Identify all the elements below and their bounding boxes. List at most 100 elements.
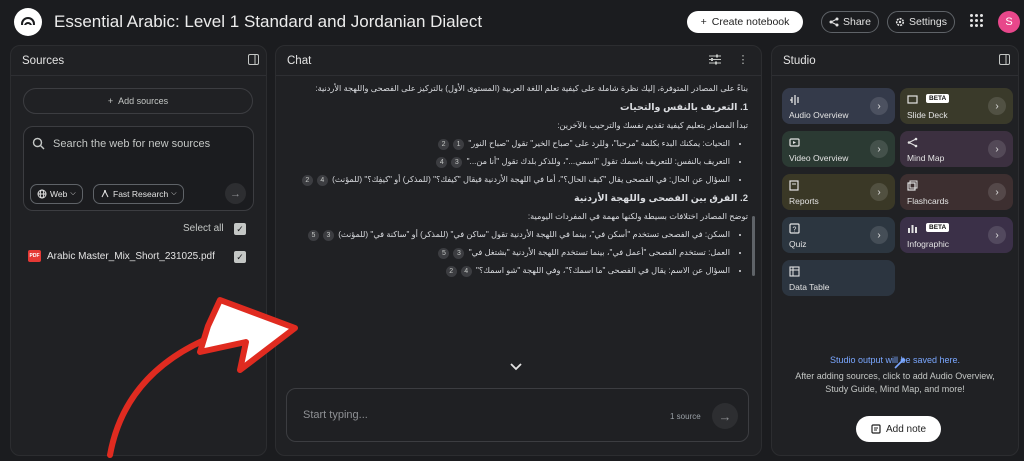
flashcards-icon (907, 180, 918, 191)
web-search-box[interactable]: Search the web for new sources Web ⌵ Fas… (23, 126, 254, 211)
add-sources-button[interactable]: + Add sources (23, 88, 253, 114)
top-bar: Essential Arabic: Level 1 Standard and J… (0, 0, 1024, 44)
chevron-right-icon[interactable]: › (870, 183, 888, 201)
collapse-panel-icon[interactable] (247, 54, 259, 66)
chevron-down-icon: ⌵ (70, 190, 76, 197)
chevron-right-icon[interactable]: › (870, 97, 888, 115)
section-lead: توضح المصادر اختلافات بسيطة ولكنها مهمة … (527, 212, 748, 221)
citation-chip[interactable]: 3 (322, 230, 334, 241)
create-notebook-label: Create notebook (711, 16, 790, 28)
studio-tile-video-overview[interactable]: Video Overview › (782, 131, 895, 167)
bullet-text: العمل: تستخدم الفصحى "أعمل في"، بينما تس… (468, 248, 730, 257)
citation-chip[interactable]: 4 (436, 157, 448, 168)
chevron-right-icon[interactable]: › (870, 140, 888, 158)
studio-tile-data-table[interactable]: Data Table (782, 260, 895, 296)
studio-tile-label: Audio Overview (789, 110, 849, 120)
search-input[interactable]: Search the web for new sources (53, 138, 210, 150)
bullet-text: السكن: في الفصحى تستخدم "أسكن في"، بينما… (338, 230, 730, 239)
arrow-right-icon: → (230, 187, 241, 200)
send-button[interactable]: → (712, 403, 738, 429)
citation-chip[interactable]: 3 (453, 248, 465, 259)
infographic-icon (908, 225, 917, 233)
studio-tile-label: Data Table (789, 282, 830, 292)
citation-chip[interactable]: 2 (438, 139, 450, 150)
create-notebook-button[interactable]: + Create notebook (687, 11, 803, 33)
chevron-right-icon[interactable]: › (988, 97, 1006, 115)
collapse-panel-icon[interactable] (998, 54, 1010, 66)
notebooklm-logo-icon[interactable] (14, 8, 42, 36)
chevron-right-icon[interactable]: › (988, 140, 1006, 158)
tune-icon[interactable] (709, 54, 721, 66)
list-item: التحيات: يمكنك البدء بكلمة "مرحبا"، وللر… (288, 137, 730, 150)
notebook-title[interactable]: Essential Arabic: Level 1 Standard and J… (54, 12, 482, 32)
studio-empty-state: Studio output will be saved here. After … (772, 354, 1018, 396)
research-icon (101, 189, 109, 198)
studio-tile-slide-deck[interactable]: BETA Slide Deck › (900, 88, 1013, 124)
submit-search-button[interactable]: → (225, 183, 246, 204)
share-icon (829, 17, 839, 27)
beta-badge: BETA (926, 94, 950, 103)
citation-chip[interactable]: 2 (301, 175, 313, 186)
web-chip-label: Web (50, 189, 68, 199)
studio-tile-infographic[interactable]: BETA Infographic › (900, 217, 1013, 253)
chevron-right-icon[interactable]: › (988, 226, 1006, 244)
share-button[interactable]: Share (821, 11, 879, 33)
chat-scrollbar[interactable] (752, 216, 755, 276)
studio-tile-label: Mind Map (907, 153, 945, 163)
note-icon (871, 424, 881, 434)
chat-panel: Chat ⋮ بناءً على المصادر المتوفرة، إليك … (275, 45, 762, 456)
add-note-button[interactable]: Add note (856, 416, 941, 442)
settings-button[interactable]: Settings (887, 11, 955, 33)
section-heading: 2. الفرق بين الفصحى واللهجة الأردنية (573, 193, 748, 204)
studio-tile-quiz[interactable]: ? Quiz › (782, 217, 895, 253)
citation-chip[interactable]: 4 (460, 266, 472, 277)
source-count: 1 source (670, 412, 701, 421)
studio-tile-reports[interactable]: Reports › (782, 174, 895, 210)
citation-chip[interactable]: 1 (453, 139, 465, 150)
studio-tile-label: Quiz (789, 239, 807, 249)
apps-grid-icon[interactable] (970, 14, 984, 28)
source-item-name[interactable]: Arabic Master_Mix_Short_231025.pdf (47, 251, 215, 262)
list-item: السؤال عن الحال: في الفصحى يقال "كيف الح… (288, 173, 730, 186)
more-vert-icon[interactable]: ⋮ (737, 54, 749, 66)
citation-chip[interactable]: 5 (307, 230, 319, 241)
studio-tile-mind-map[interactable]: Mind Map › (900, 131, 1013, 167)
chevron-right-icon[interactable]: › (870, 226, 888, 244)
sources-header: Sources (11, 46, 266, 76)
bullet-text: التعريف بالنفس: للتعريف باسمك تقول "اسمي… (466, 157, 730, 166)
bullet-text: السؤال عن الاسم: يقال في الفصحى "ما اسمك… (475, 266, 730, 275)
chevron-right-icon[interactable]: › (988, 183, 1006, 201)
research-mode-chip[interactable]: Fast Research ⌵ (93, 184, 184, 204)
pdf-icon: PDF (28, 250, 41, 262)
citation-chip[interactable]: 4 (316, 175, 328, 186)
plus-icon: + (107, 96, 114, 106)
studio-tile-audio-overview[interactable]: Audio Overview › (782, 88, 895, 124)
chat-input-box[interactable]: Start typing... 1 source → (286, 388, 749, 442)
citation-chip[interactable]: 2 (445, 266, 457, 277)
citation-chip[interactable]: 5 (438, 248, 450, 259)
list-item: العمل: تستخدم الفصحى "أعمل في"، بينما تس… (288, 246, 730, 259)
studio-tile-flashcards[interactable]: Flashcards › (900, 174, 1013, 210)
studio-tile-label: Reports (789, 196, 819, 206)
citation-chip[interactable]: 3 (451, 157, 463, 168)
studio-tile-label: Video Overview (789, 153, 849, 163)
studio-title: Studio (783, 55, 816, 67)
arrow-right-icon: → (718, 408, 732, 424)
search-icon (32, 137, 45, 150)
studio-header: Studio (772, 46, 1018, 76)
web-source-chip[interactable]: Web ⌵ (30, 184, 83, 204)
select-all-checkbox[interactable]: ✓ (234, 223, 246, 235)
studio-tile-label: Flashcards (907, 196, 949, 206)
avatar[interactable]: S (998, 11, 1020, 33)
chat-input[interactable]: Start typing... (303, 409, 368, 421)
bullet-text: التحيات: يمكنك البدء بكلمة "مرحبا"، وللر… (468, 139, 730, 148)
source-checkbox[interactable]: ✓ (234, 251, 246, 263)
slides-icon (907, 95, 918, 104)
reports-icon (789, 180, 799, 191)
studio-empty-title: Studio output will be saved here. (829, 355, 961, 365)
mindmap-icon (907, 137, 918, 148)
chat-title: Chat (287, 55, 312, 67)
video-icon (789, 138, 800, 147)
gear-icon (895, 17, 905, 27)
scroll-down-chevron-icon[interactable] (509, 362, 523, 372)
